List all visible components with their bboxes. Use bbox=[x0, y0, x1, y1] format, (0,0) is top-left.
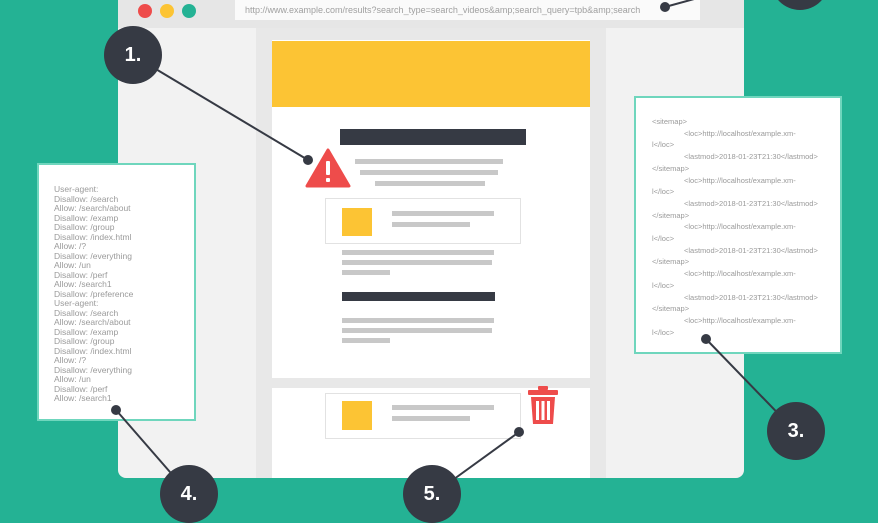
callout-1: 1. bbox=[104, 26, 162, 84]
callout-4: 4. bbox=[160, 465, 218, 523]
callout-3: 3. bbox=[767, 402, 825, 460]
callout-5: 5. bbox=[403, 465, 461, 523]
